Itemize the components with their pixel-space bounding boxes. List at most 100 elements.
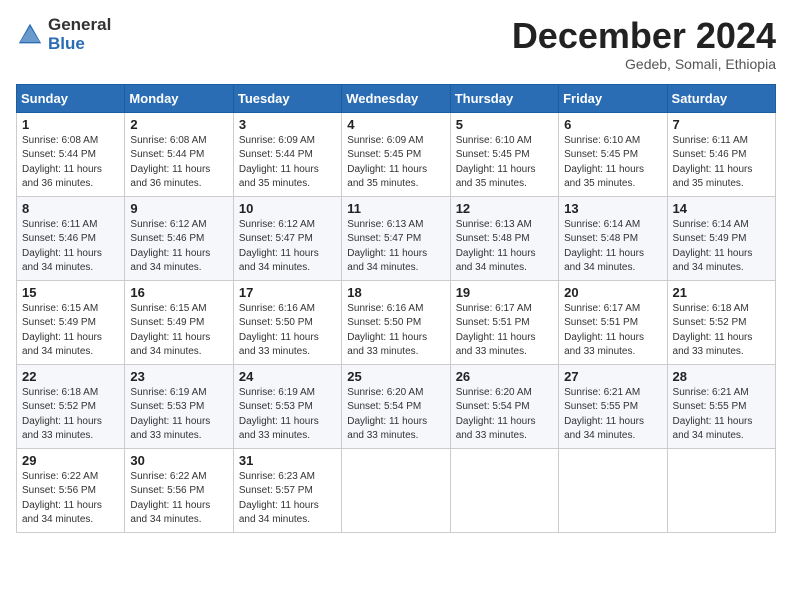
day-info: Sunrise: 6:23 AM Sunset: 5:57 PM Dayligh… [239,470,336,528]
header-monday: Monday [125,84,233,112]
calendar-cell: 30 Sunrise: 6:22 AM Sunset: 5:56 PM Dayl… [125,448,233,532]
day-info: Sunrise: 6:21 AM Sunset: 5:55 PM Dayligh… [564,386,661,444]
calendar-header-row: Sunday Monday Tuesday Wednesday Thursday… [17,84,776,112]
header-friday: Friday [559,84,667,112]
calendar-cell: 26 Sunrise: 6:20 AM Sunset: 5:54 PM Dayl… [450,364,558,448]
calendar-cell: 14 Sunrise: 6:14 AM Sunset: 5:49 PM Dayl… [667,196,775,280]
day-info: Sunrise: 6:13 AM Sunset: 5:47 PM Dayligh… [347,218,444,276]
day-number: 11 [347,201,444,216]
day-number: 25 [347,369,444,384]
logo: General Blue [16,16,111,53]
header-saturday: Saturday [667,84,775,112]
day-info: Sunrise: 6:19 AM Sunset: 5:53 PM Dayligh… [239,386,336,444]
calendar-week-row: 1 Sunrise: 6:08 AM Sunset: 5:44 PM Dayli… [17,112,776,196]
calendar-cell [342,448,450,532]
calendar-cell: 19 Sunrise: 6:17 AM Sunset: 5:51 PM Dayl… [450,280,558,364]
day-number: 24 [239,369,336,384]
day-number: 2 [130,117,227,132]
day-info: Sunrise: 6:14 AM Sunset: 5:48 PM Dayligh… [564,218,661,276]
day-info: Sunrise: 6:08 AM Sunset: 5:44 PM Dayligh… [22,134,119,192]
title-block: December 2024 Gedeb, Somali, Ethiopia [512,16,776,72]
header-tuesday: Tuesday [233,84,341,112]
page-header: General Blue December 2024 Gedeb, Somali… [16,16,776,72]
day-number: 30 [130,453,227,468]
day-info: Sunrise: 6:17 AM Sunset: 5:51 PM Dayligh… [456,302,553,360]
day-number: 1 [22,117,119,132]
day-info: Sunrise: 6:22 AM Sunset: 5:56 PM Dayligh… [22,470,119,528]
calendar-cell: 4 Sunrise: 6:09 AM Sunset: 5:45 PM Dayli… [342,112,450,196]
day-number: 18 [347,285,444,300]
day-info: Sunrise: 6:12 AM Sunset: 5:47 PM Dayligh… [239,218,336,276]
day-info: Sunrise: 6:10 AM Sunset: 5:45 PM Dayligh… [564,134,661,192]
calendar-cell: 13 Sunrise: 6:14 AM Sunset: 5:48 PM Dayl… [559,196,667,280]
month-title: December 2024 [512,16,776,56]
calendar-cell: 20 Sunrise: 6:17 AM Sunset: 5:51 PM Dayl… [559,280,667,364]
calendar-cell: 8 Sunrise: 6:11 AM Sunset: 5:46 PM Dayli… [17,196,125,280]
day-info: Sunrise: 6:16 AM Sunset: 5:50 PM Dayligh… [239,302,336,360]
calendar-cell: 12 Sunrise: 6:13 AM Sunset: 5:48 PM Dayl… [450,196,558,280]
calendar-cell: 16 Sunrise: 6:15 AM Sunset: 5:49 PM Dayl… [125,280,233,364]
calendar-cell: 22 Sunrise: 6:18 AM Sunset: 5:52 PM Dayl… [17,364,125,448]
calendar-cell: 29 Sunrise: 6:22 AM Sunset: 5:56 PM Dayl… [17,448,125,532]
logo-icon [16,21,44,49]
calendar-cell: 23 Sunrise: 6:19 AM Sunset: 5:53 PM Dayl… [125,364,233,448]
calendar-week-row: 29 Sunrise: 6:22 AM Sunset: 5:56 PM Dayl… [17,448,776,532]
day-number: 31 [239,453,336,468]
day-info: Sunrise: 6:08 AM Sunset: 5:44 PM Dayligh… [130,134,227,192]
calendar-cell: 28 Sunrise: 6:21 AM Sunset: 5:55 PM Dayl… [667,364,775,448]
day-number: 21 [673,285,770,300]
day-number: 4 [347,117,444,132]
day-info: Sunrise: 6:22 AM Sunset: 5:56 PM Dayligh… [130,470,227,528]
day-number: 22 [22,369,119,384]
day-number: 16 [130,285,227,300]
day-number: 8 [22,201,119,216]
day-number: 6 [564,117,661,132]
day-number: 12 [456,201,553,216]
day-info: Sunrise: 6:15 AM Sunset: 5:49 PM Dayligh… [130,302,227,360]
calendar-cell: 27 Sunrise: 6:21 AM Sunset: 5:55 PM Dayl… [559,364,667,448]
calendar-cell: 6 Sunrise: 6:10 AM Sunset: 5:45 PM Dayli… [559,112,667,196]
day-number: 27 [564,369,661,384]
header-thursday: Thursday [450,84,558,112]
day-number: 19 [456,285,553,300]
calendar-cell: 2 Sunrise: 6:08 AM Sunset: 5:44 PM Dayli… [125,112,233,196]
day-info: Sunrise: 6:10 AM Sunset: 5:45 PM Dayligh… [456,134,553,192]
day-info: Sunrise: 6:13 AM Sunset: 5:48 PM Dayligh… [456,218,553,276]
header-wednesday: Wednesday [342,84,450,112]
calendar-week-row: 15 Sunrise: 6:15 AM Sunset: 5:49 PM Dayl… [17,280,776,364]
day-number: 29 [22,453,119,468]
day-info: Sunrise: 6:11 AM Sunset: 5:46 PM Dayligh… [22,218,119,276]
header-sunday: Sunday [17,84,125,112]
day-info: Sunrise: 6:20 AM Sunset: 5:54 PM Dayligh… [347,386,444,444]
day-info: Sunrise: 6:18 AM Sunset: 5:52 PM Dayligh… [673,302,770,360]
day-number: 17 [239,285,336,300]
calendar-cell: 7 Sunrise: 6:11 AM Sunset: 5:46 PM Dayli… [667,112,775,196]
day-number: 15 [22,285,119,300]
calendar-week-row: 8 Sunrise: 6:11 AM Sunset: 5:46 PM Dayli… [17,196,776,280]
day-info: Sunrise: 6:19 AM Sunset: 5:53 PM Dayligh… [130,386,227,444]
day-number: 23 [130,369,227,384]
calendar-cell [667,448,775,532]
day-number: 26 [456,369,553,384]
calendar-cell: 18 Sunrise: 6:16 AM Sunset: 5:50 PM Dayl… [342,280,450,364]
calendar-cell: 11 Sunrise: 6:13 AM Sunset: 5:47 PM Dayl… [342,196,450,280]
day-number: 10 [239,201,336,216]
calendar-cell: 25 Sunrise: 6:20 AM Sunset: 5:54 PM Dayl… [342,364,450,448]
calendar-cell: 10 Sunrise: 6:12 AM Sunset: 5:47 PM Dayl… [233,196,341,280]
day-number: 28 [673,369,770,384]
calendar-table: Sunday Monday Tuesday Wednesday Thursday… [16,84,776,533]
day-number: 3 [239,117,336,132]
day-info: Sunrise: 6:09 AM Sunset: 5:44 PM Dayligh… [239,134,336,192]
day-info: Sunrise: 6:15 AM Sunset: 5:49 PM Dayligh… [22,302,119,360]
logo-text: General Blue [48,16,111,53]
calendar-cell: 3 Sunrise: 6:09 AM Sunset: 5:44 PM Dayli… [233,112,341,196]
calendar-cell: 15 Sunrise: 6:15 AM Sunset: 5:49 PM Dayl… [17,280,125,364]
calendar-cell: 31 Sunrise: 6:23 AM Sunset: 5:57 PM Dayl… [233,448,341,532]
calendar-cell: 17 Sunrise: 6:16 AM Sunset: 5:50 PM Dayl… [233,280,341,364]
day-info: Sunrise: 6:11 AM Sunset: 5:46 PM Dayligh… [673,134,770,192]
day-info: Sunrise: 6:20 AM Sunset: 5:54 PM Dayligh… [456,386,553,444]
day-number: 9 [130,201,227,216]
calendar-cell [450,448,558,532]
logo-blue: Blue [48,35,111,54]
day-info: Sunrise: 6:16 AM Sunset: 5:50 PM Dayligh… [347,302,444,360]
